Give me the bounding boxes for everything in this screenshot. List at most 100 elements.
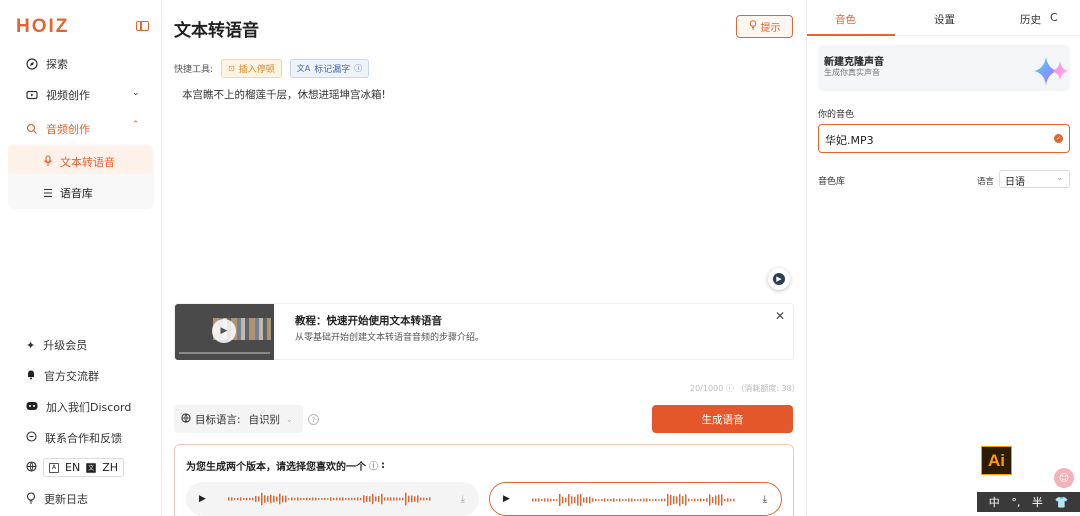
waveform-bar	[541, 498, 543, 502]
waveform-a[interactable]	[228, 482, 433, 516]
waveform-bar	[240, 497, 242, 501]
bell-icon	[26, 369, 36, 383]
audio-player-a[interactable]: ▶ ⤓	[186, 482, 479, 516]
waveform-bar	[673, 496, 675, 504]
tutorial-card[interactable]: ▶ 教程：快速开始使用文本转语音 从零基础开始创建文本转语音音频的步骤介绍。 ✕	[174, 303, 794, 360]
assistant-button[interactable]: ▶	[768, 268, 790, 290]
waveform-bar	[697, 499, 699, 501]
waveform-bar	[712, 496, 714, 504]
clone-voice-card[interactable]: 新建克隆声音 生成你真实声音	[818, 45, 1070, 91]
ime-mode[interactable]: 中	[989, 494, 1000, 510]
waveform-bar	[285, 495, 287, 503]
hint-button[interactable]: 提示	[736, 15, 793, 38]
waveform-bar	[637, 499, 639, 501]
insert-pause-button[interactable]: ⊡ 插入停顿	[221, 59, 282, 78]
help-icon[interactable]: ⓘ	[369, 459, 378, 472]
waveform-bar	[733, 498, 735, 502]
chevron-down-icon: ⌄	[286, 414, 293, 424]
chevron-down-icon: ⌄	[1056, 173, 1063, 182]
waveform-bar	[547, 498, 549, 502]
waveform-bar	[390, 497, 392, 501]
your-voice-label: 你的音色	[818, 110, 855, 120]
waveform-bar	[676, 496, 678, 504]
insert-pause-label: 插入停顿	[238, 65, 275, 75]
tab-history[interactable]: 历史	[1020, 12, 1041, 27]
waveform-bar	[330, 497, 332, 501]
nav-contact[interactable]: 联系合作和反馈	[26, 430, 122, 446]
waveform-bar	[315, 497, 317, 501]
globe-icon	[181, 412, 191, 426]
logo[interactable]: HOIZ	[16, 16, 69, 38]
tab-settings[interactable]: 设置	[934, 12, 955, 27]
waveform-bar	[655, 498, 657, 502]
text-editor[interactable]: 本宫瞧不上的榴莲千层，休想进瑶坤宫冰箱!	[182, 87, 386, 102]
help-icon[interactable]: ⓘ	[354, 63, 362, 74]
nav-upgrade[interactable]: ✦ 升级会员	[26, 337, 87, 353]
check-icon: ✓	[1054, 134, 1063, 143]
waveform-bar	[685, 494, 687, 506]
lang-zh[interactable]: ZH	[102, 461, 118, 474]
waveform-bar	[652, 499, 654, 501]
waveform-bar	[255, 495, 257, 503]
nav-community[interactable]: 官方交流群	[26, 368, 99, 384]
language-select[interactable]: 日语 ⌄	[999, 170, 1070, 188]
waveform-bar	[402, 497, 404, 501]
waveform-bar	[625, 499, 627, 501]
waveform-bar	[706, 498, 708, 502]
assistant-float-icon[interactable]: ☺	[1054, 468, 1074, 488]
ai-badge[interactable]: Ai	[981, 446, 1012, 475]
waveform-bar	[282, 495, 284, 503]
nav-changelog[interactable]: 更新日志	[26, 491, 88, 507]
lightbulb-icon	[26, 491, 36, 507]
play-icon[interactable]: ▶	[503, 494, 510, 504]
chevron-up-icon[interactable]: ⌃	[132, 120, 140, 130]
waveform-bar	[574, 496, 576, 504]
nav-discord[interactable]: 加入我们Discord	[26, 399, 131, 415]
waveform-b[interactable]	[532, 483, 737, 516]
play-icon[interactable]: ▶	[212, 319, 236, 343]
ime-punct[interactable]: °,	[1011, 496, 1020, 509]
generate-button[interactable]: 生成语音	[652, 405, 793, 433]
waveform-bar	[324, 497, 326, 501]
waveform-bar	[357, 497, 359, 501]
english-flag-icon: A	[49, 462, 59, 473]
shirt-icon[interactable]: 👕	[1054, 496, 1068, 509]
sidebar-collapse-icon[interactable]	[136, 21, 149, 31]
download-icon[interactable]: ⤓	[763, 494, 767, 505]
nav-video[interactable]: 视频创作	[26, 87, 90, 103]
audio-player-b[interactable]: ▶ ⤓	[489, 482, 782, 516]
waveform-bar	[348, 497, 350, 501]
versions-title: 为您生成两个版本，请选择您喜欢的一个 ⓘ :	[186, 458, 385, 473]
lang-en[interactable]: EN	[65, 461, 80, 474]
waveform-bar	[261, 492, 263, 506]
waveform-bar	[264, 495, 266, 503]
download-icon[interactable]: ⤓	[461, 494, 465, 505]
nav-audio[interactable]: 音频创作	[26, 121, 90, 137]
ime-toolbar[interactable]: 中 °, 半 👕	[977, 492, 1080, 512]
clone-voice-subtitle: 生成你真实声音	[824, 68, 880, 77]
mark-missing-button[interactable]: 文A 标记漏字 ⓘ	[289, 59, 370, 78]
waveform-bar	[336, 497, 338, 501]
nav-library[interactable]: ☰ 语音库	[43, 185, 93, 201]
tutorial-thumbnail[interactable]: ▶	[175, 304, 274, 360]
target-language-select[interactable]: 目标语言: 自识别 ⌄	[174, 405, 303, 433]
nav-tts[interactable]: 文本转语音	[43, 154, 115, 170]
voice-panel: 音色 设置 历史 C 新建克隆声音 生成你真实声音 你的音色 华妃.MP3 ✓ …	[806, 0, 1080, 516]
waveform-bar	[381, 493, 383, 505]
compass-icon	[26, 58, 38, 70]
versions-title-colon: :	[381, 460, 386, 471]
app: HOIZ 探索 视频创作 ⌄ 音频创作 ⌃ 文本转语音 ☰ 语音库 ✦ 升级会员…	[0, 0, 1080, 516]
refresh-icon[interactable]: C	[1050, 11, 1058, 24]
waveform-bar	[354, 497, 356, 501]
close-icon[interactable]: ✕	[775, 309, 785, 323]
waveform-bar	[622, 499, 624, 501]
page-title: 文本转语音	[174, 21, 259, 41]
ime-width[interactable]: 半	[1032, 494, 1043, 510]
play-icon[interactable]: ▶	[199, 494, 206, 504]
help-icon[interactable]: ?	[308, 414, 319, 425]
tab-voice[interactable]: 音色	[835, 12, 856, 27]
nav-explore[interactable]: 探索	[26, 56, 68, 72]
waveform-bar	[640, 498, 642, 502]
your-voice-select[interactable]: 华妃.MP3 ✓	[818, 124, 1070, 153]
chevron-down-icon[interactable]: ⌄	[132, 88, 140, 98]
